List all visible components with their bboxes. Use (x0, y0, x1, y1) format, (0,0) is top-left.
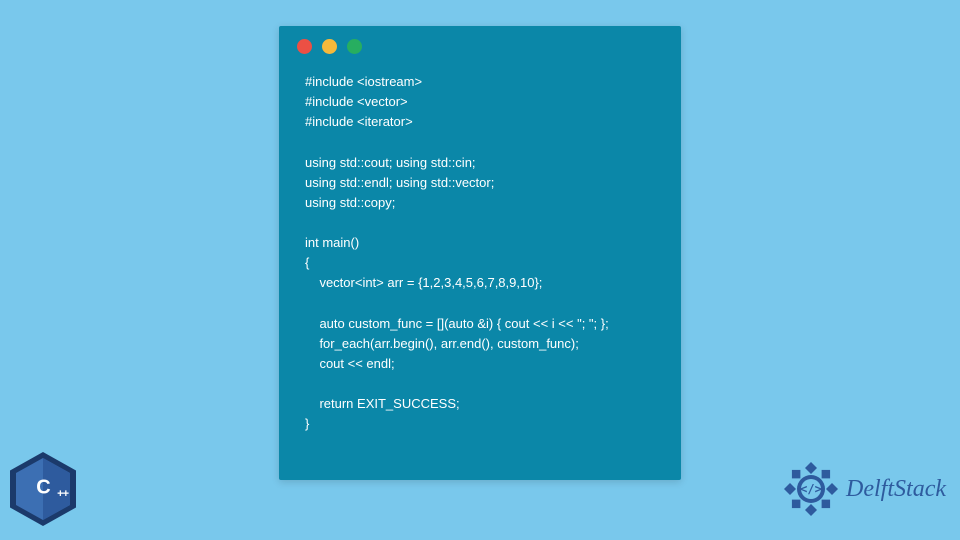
code-content: #include <iostream> #include <vector> #i… (279, 66, 681, 435)
maximize-icon[interactable] (347, 39, 362, 54)
minimize-icon[interactable] (322, 39, 337, 54)
cpp-logo-plus: ++ (57, 488, 68, 500)
brand-logo-icon: </> (782, 460, 840, 518)
close-icon[interactable] (297, 39, 312, 54)
cpp-logo-icon: C ++ (10, 452, 76, 526)
svg-text:</>: </> (800, 482, 822, 496)
brand-text: DelftStack (846, 476, 946, 503)
code-window: #include <iostream> #include <vector> #i… (279, 26, 681, 480)
window-titlebar (279, 26, 681, 66)
brand-container: </> DelftStack (782, 460, 946, 518)
cpp-logo-letter: C (36, 476, 49, 499)
